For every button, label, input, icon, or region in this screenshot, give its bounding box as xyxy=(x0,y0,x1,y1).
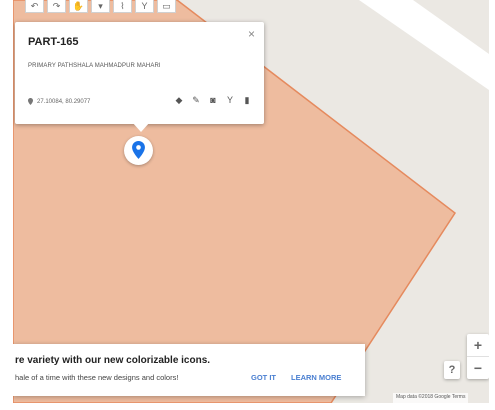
marker-icon: ▾ xyxy=(98,0,103,11)
banner-body: hale of a time with these new designs an… xyxy=(15,373,179,382)
paint-bucket-icon[interactable]: ◆ xyxy=(174,95,184,105)
location-pin-icon xyxy=(28,98,33,105)
redo-icon: ↷ xyxy=(52,0,61,11)
directions-icon[interactable]: Y xyxy=(225,95,235,105)
undo-icon: ↶ xyxy=(30,0,39,11)
line-icon: ⌇ xyxy=(120,0,125,11)
popup-tail xyxy=(132,122,150,132)
trash-icon[interactable]: ▮ xyxy=(242,95,252,105)
coordinates-text: 27.10084, 80.29077 xyxy=(37,98,91,105)
close-icon[interactable]: × xyxy=(248,28,255,40)
learn-more-button[interactable]: LEARN MORE xyxy=(291,373,341,382)
popup-coordinates: 27.10084, 80.29077 xyxy=(28,98,90,105)
route-icon: Y xyxy=(141,0,148,11)
got-it-button[interactable]: GOT IT xyxy=(251,373,276,382)
banner-title: re variety with our new colorizable icon… xyxy=(15,355,211,366)
map-marker[interactable] xyxy=(124,136,153,165)
drawing-toolbar: ↶ ↷ ✋ ▾ ⌇ Y ▭ xyxy=(25,0,176,14)
zoom-control: + − xyxy=(467,334,489,379)
edit-pencil-icon[interactable]: ✎ xyxy=(191,95,201,105)
measure-button[interactable]: ▭ xyxy=(157,0,176,13)
zoom-in-button[interactable]: + xyxy=(467,334,489,356)
hand-icon: ✋ xyxy=(72,0,85,11)
select-tool-button[interactable]: ✋ xyxy=(69,0,88,13)
zoom-out-button[interactable]: − xyxy=(467,357,489,379)
map-frame[interactable]: ↶ ↷ ✋ ▾ ⌇ Y ▭ × PART-165 PRIMARY PATHSHA… xyxy=(13,0,489,403)
ruler-icon: ▭ xyxy=(162,0,171,11)
camera-icon[interactable]: ◙ xyxy=(208,95,218,105)
promo-banner: re variety with our new colorizable icon… xyxy=(13,344,365,396)
map-pin-icon xyxy=(132,141,145,159)
popup-description: PRIMARY PATHSHALA MAHMADPUR MAHARI xyxy=(28,63,161,69)
map-attribution[interactable]: Map data ©2018 Google Terms xyxy=(393,393,469,403)
popup-actions: ◆ ✎ ◙ Y ▮ xyxy=(174,95,252,105)
directions-button[interactable]: Y xyxy=(135,0,154,13)
info-window: × PART-165 PRIMARY PATHSHALA MAHMADPUR M… xyxy=(15,22,264,132)
help-button[interactable]: ? xyxy=(444,361,460,379)
popup-title: PART-165 xyxy=(28,36,79,48)
undo-button[interactable]: ↶ xyxy=(25,0,44,13)
add-marker-button[interactable]: ▾ xyxy=(91,0,110,13)
draw-line-button[interactable]: ⌇ xyxy=(113,0,132,13)
redo-button[interactable]: ↷ xyxy=(47,0,66,13)
